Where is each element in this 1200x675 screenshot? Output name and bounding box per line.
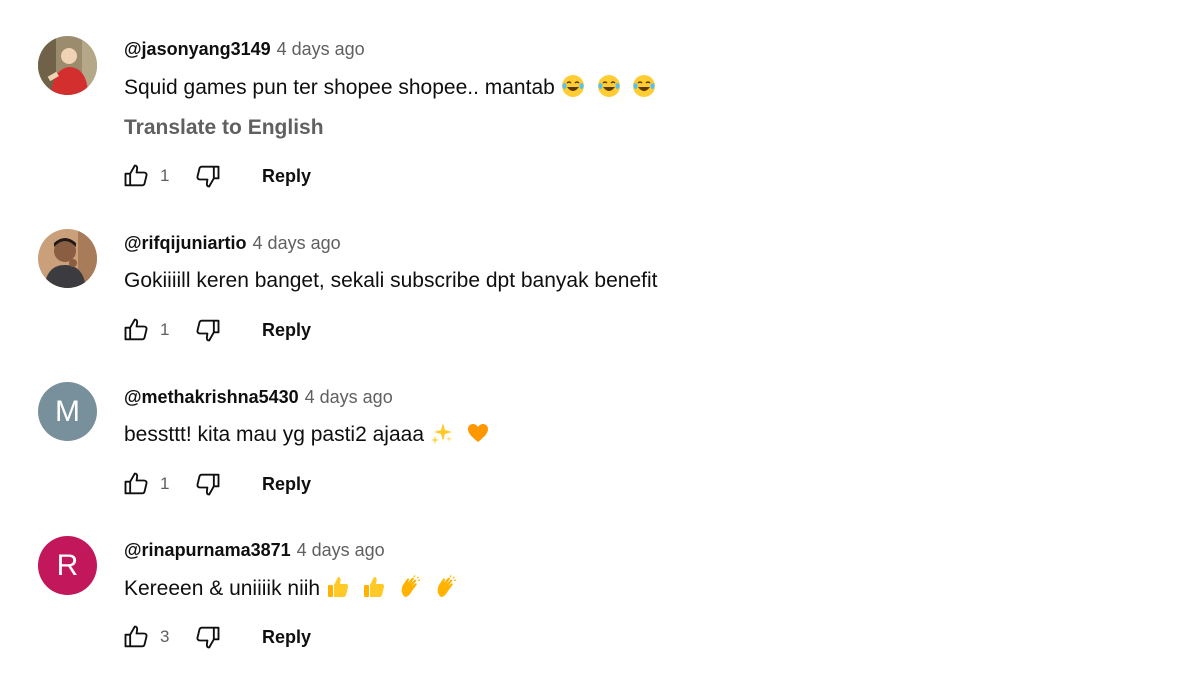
avatar[interactable]: [38, 36, 97, 95]
like-button[interactable]: [120, 160, 152, 192]
comment-text-body: Kereeen & uniiiik niih: [124, 577, 321, 600]
dislike-button[interactable]: [192, 314, 224, 346]
comment-author[interactable]: @rinapurnama3871: [124, 540, 291, 560]
comment-emojis: [430, 423, 490, 446]
thumbs-down-icon: [196, 165, 220, 188]
reply-button[interactable]: Reply: [262, 627, 311, 648]
clapping-hands-emoji-icon: [437, 575, 456, 597]
comment-emojis: [326, 575, 458, 600]
joy-emoji-icon: [633, 75, 656, 97]
sparkles-emoji-icon: [430, 423, 452, 444]
comment-author[interactable]: @jasonyang3149: [124, 39, 271, 59]
like-count: 3: [160, 627, 170, 646]
avatar-letter: M: [55, 394, 80, 428]
like-button[interactable]: [120, 468, 152, 500]
avatar[interactable]: R: [38, 536, 97, 595]
comment-timestamp[interactable]: 4 days ago: [253, 233, 341, 253]
comment-text-body: bessttt! kita mau yg pasti2 ajaaa: [124, 423, 424, 446]
thumbs-up-emoji-icon: [363, 577, 384, 597]
comment-header: @rifqijuniartio 4 days ago: [124, 232, 341, 254]
comment-header: @rinapurnama3871 4 days ago: [124, 539, 385, 561]
comment-text: Kereeen & uniiiik niih: [124, 575, 458, 603]
thumbs-up-icon: [124, 472, 148, 495]
dislike-button[interactable]: [192, 468, 224, 500]
comment-author[interactable]: @rifqijuniartio: [124, 233, 247, 253]
comment-emojis: [555, 75, 657, 99]
comment-text: Squid games pun ter shopee shopee.. mant…: [124, 74, 656, 102]
thumbs-up-icon: [124, 318, 148, 341]
thumbs-up-icon: [124, 625, 148, 648]
reply-button[interactable]: Reply: [262, 474, 311, 495]
dislike-button[interactable]: [192, 160, 224, 192]
comment-actions: 3 Reply: [120, 619, 311, 655]
comment-timestamp[interactable]: 4 days ago: [277, 39, 365, 59]
joy-emoji-icon: [597, 75, 620, 97]
avatar[interactable]: M: [38, 382, 97, 441]
clapping-hands-emoji-icon: [401, 575, 420, 597]
comment-timestamp[interactable]: 4 days ago: [305, 387, 393, 407]
translate-link[interactable]: Translate to English: [124, 114, 324, 142]
dislike-button[interactable]: [192, 621, 224, 653]
avatar[interactable]: [38, 229, 97, 288]
comment-actions: 1 Reply: [120, 312, 311, 348]
comment-actions: 1 Reply: [120, 158, 311, 194]
comment-header: @jasonyang3149 4 days ago: [124, 38, 365, 60]
thumbs-up-icon: [124, 164, 148, 187]
thumbs-down-icon: [196, 473, 220, 496]
comment-timestamp[interactable]: 4 days ago: [297, 540, 385, 560]
like-count: 1: [160, 320, 170, 339]
comment-actions: 1 Reply: [120, 466, 311, 502]
avatar-photo: [38, 229, 97, 288]
like-count: 1: [160, 474, 170, 493]
thumbs-down-icon: [196, 319, 220, 342]
comment-text: bessttt! kita mau yg pasti2 ajaaa: [124, 421, 490, 449]
comment-text: Gokiiiill keren banget, sekali subscribe…: [124, 269, 658, 292]
avatar-photo: [38, 36, 97, 95]
reply-button[interactable]: Reply: [262, 166, 311, 187]
comment-author[interactable]: @methakrishna5430: [124, 387, 299, 407]
like-button[interactable]: [120, 621, 152, 653]
avatar-letter: R: [56, 548, 79, 582]
thumbs-down-icon: [196, 626, 220, 649]
comment-header: @methakrishna5430 4 days ago: [124, 386, 393, 408]
reply-button[interactable]: Reply: [262, 320, 311, 341]
like-button[interactable]: [120, 314, 152, 346]
thumbs-up-emoji-icon: [327, 577, 349, 597]
orange-heart-emoji-icon: [467, 424, 488, 442]
joy-emoji-icon: [561, 75, 584, 97]
comment-text-body: Squid games pun ter shopee shopee.. mant…: [124, 76, 555, 99]
like-count: 1: [160, 166, 170, 185]
